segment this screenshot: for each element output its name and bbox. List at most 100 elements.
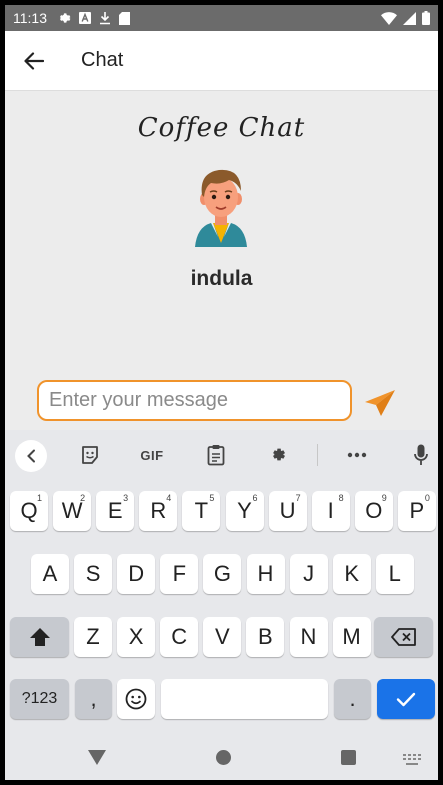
key-q[interactable]: Q1 bbox=[10, 491, 48, 531]
key-b[interactable]: B bbox=[246, 617, 285, 657]
keyboard-switch-button[interactable] bbox=[403, 753, 421, 771]
space-key[interactable] bbox=[161, 679, 328, 719]
status-bar: 11:13 bbox=[5, 5, 438, 31]
key-f[interactable]: F bbox=[160, 554, 199, 594]
key-label: Y bbox=[237, 498, 252, 523]
key-number-hint: 6 bbox=[252, 493, 258, 503]
nav-recents-button[interactable] bbox=[341, 750, 356, 770]
key-k[interactable]: K bbox=[332, 554, 371, 594]
key-label: E bbox=[107, 498, 123, 523]
send-button[interactable] bbox=[363, 388, 397, 418]
key-label: U bbox=[279, 498, 296, 523]
square-recents-icon bbox=[341, 750, 356, 765]
clipboard-icon bbox=[207, 445, 225, 466]
key-number-hint: 7 bbox=[295, 493, 301, 503]
toolbar-divider bbox=[317, 444, 318, 466]
emoji-key[interactable] bbox=[117, 679, 155, 719]
keyboard-icon bbox=[403, 754, 421, 765]
checkmark-icon bbox=[396, 692, 416, 706]
contact-name: indula bbox=[190, 267, 253, 290]
key-g[interactable]: G bbox=[203, 554, 242, 594]
comma-key[interactable]: , bbox=[75, 679, 112, 719]
key-number-hint: 4 bbox=[166, 493, 172, 503]
key-l[interactable]: L bbox=[375, 554, 414, 594]
triangle-down-icon bbox=[88, 750, 106, 765]
key-c[interactable]: C bbox=[160, 617, 199, 657]
key-v[interactable]: V bbox=[203, 617, 242, 657]
brand-title: Coffee Chat bbox=[137, 113, 306, 143]
key-t[interactable]: T5 bbox=[182, 491, 221, 531]
smiley-icon bbox=[125, 688, 147, 710]
period-key[interactable]: . bbox=[334, 679, 371, 719]
chevron-left-icon bbox=[27, 449, 35, 463]
key-s[interactable]: S bbox=[74, 554, 113, 594]
key-i[interactable]: I8 bbox=[311, 491, 350, 531]
key-label: O bbox=[365, 498, 383, 523]
phone-screen: 11:13 Chat Coffee Chat indula Enter your… bbox=[5, 5, 438, 780]
key-label: T bbox=[194, 498, 209, 523]
nav-back-button[interactable] bbox=[88, 750, 106, 770]
keyboard: GIF Q1W2E3R4T5Y6U7I8O9P0 ASDFGHJKL ZXCVB… bbox=[5, 430, 438, 734]
voice-input-button[interactable] bbox=[409, 441, 433, 469]
collapse-toolbar-button[interactable] bbox=[15, 440, 47, 472]
battery-icon bbox=[422, 11, 430, 25]
app-bar: Chat bbox=[5, 31, 438, 91]
key-p[interactable]: P0 bbox=[397, 491, 436, 531]
key-n[interactable]: N bbox=[289, 617, 328, 657]
key-u[interactable]: U7 bbox=[268, 491, 307, 531]
key-x[interactable]: X bbox=[117, 617, 156, 657]
signal-icon bbox=[403, 11, 416, 25]
key-e[interactable]: E3 bbox=[96, 491, 135, 531]
key-o[interactable]: O9 bbox=[354, 491, 393, 531]
settings-status-icon bbox=[57, 11, 71, 25]
symbols-key[interactable]: ?123 bbox=[10, 679, 69, 719]
key-label: R bbox=[150, 498, 167, 523]
gif-button[interactable]: GIF bbox=[136, 441, 168, 469]
key-w[interactable]: W2 bbox=[53, 491, 92, 531]
backspace-icon bbox=[390, 628, 416, 646]
key-z[interactable]: Z bbox=[74, 617, 112, 657]
key-m[interactable]: M bbox=[332, 617, 371, 657]
arrow-back-icon bbox=[24, 51, 44, 70]
key-label: P bbox=[409, 498, 425, 523]
download-status-icon bbox=[99, 11, 111, 25]
key-label: I bbox=[327, 498, 334, 523]
clipboard-button[interactable] bbox=[204, 441, 228, 469]
key-label: Q bbox=[20, 498, 38, 523]
sticker-icon bbox=[82, 446, 98, 464]
key-number-hint: 3 bbox=[123, 493, 129, 503]
key-number-hint: 8 bbox=[338, 493, 344, 503]
key-y[interactable]: Y6 bbox=[225, 491, 264, 531]
back-button[interactable] bbox=[5, 31, 63, 91]
key-h[interactable]: H bbox=[246, 554, 285, 594]
gear-icon bbox=[273, 448, 285, 461]
more-options-button[interactable] bbox=[345, 441, 369, 469]
enter-key[interactable] bbox=[377, 679, 435, 719]
more-horizontal-icon bbox=[347, 452, 367, 458]
nav-home-button[interactable] bbox=[216, 750, 231, 770]
key-j[interactable]: J bbox=[289, 554, 328, 594]
sticker-button[interactable] bbox=[77, 441, 103, 469]
key-number-hint: 1 bbox=[36, 493, 42, 503]
key-a[interactable]: A bbox=[31, 554, 69, 594]
key-r[interactable]: R4 bbox=[139, 491, 178, 531]
key-number-hint: 2 bbox=[80, 493, 86, 503]
mic-icon bbox=[414, 444, 428, 465]
backspace-key[interactable] bbox=[374, 617, 433, 657]
system-nav-bar bbox=[5, 734, 438, 780]
avatar bbox=[191, 165, 251, 247]
keyboard-toolbar: GIF bbox=[5, 430, 438, 480]
chat-content: Coffee Chat indula Enter your message bbox=[5, 91, 438, 430]
key-number-hint: 9 bbox=[381, 493, 387, 503]
keyboard-settings-button[interactable] bbox=[267, 441, 291, 469]
circle-home-icon bbox=[216, 750, 231, 765]
a-box-status-icon bbox=[79, 12, 91, 24]
key-number-hint: 0 bbox=[424, 493, 430, 503]
message-input[interactable] bbox=[37, 380, 352, 421]
shift-key[interactable] bbox=[10, 617, 69, 657]
key-d[interactable]: D bbox=[117, 554, 156, 594]
page-title: Chat bbox=[81, 49, 124, 71]
wifi-icon bbox=[381, 11, 397, 25]
key-number-hint: 5 bbox=[209, 493, 215, 503]
status-time: 11:13 bbox=[13, 10, 47, 26]
